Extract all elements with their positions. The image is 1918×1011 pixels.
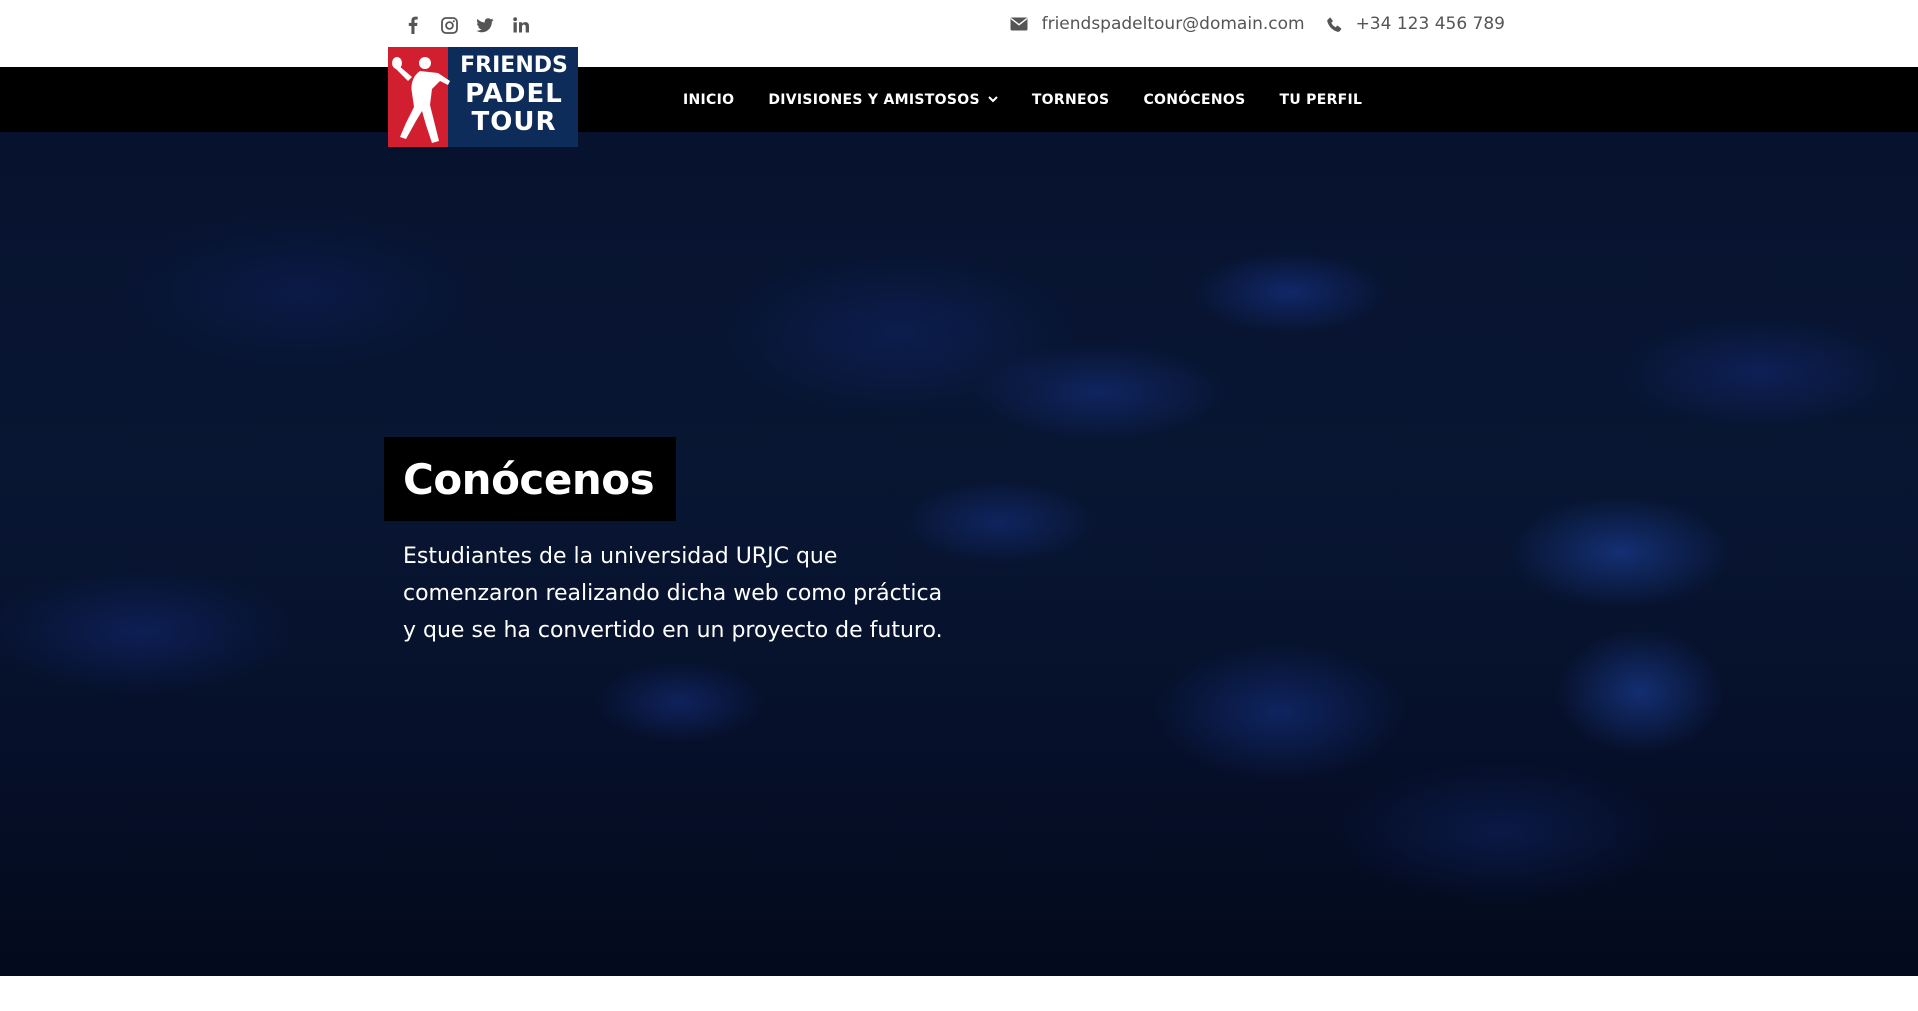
logo-wordmark: FRIENDS PADEL TOUR (454, 52, 574, 136)
main-menu: INICIO DIVISIONES Y AMISTOSOS TORNEOS CO… (683, 67, 1362, 132)
facebook-icon[interactable] (403, 14, 423, 36)
instagram-icon[interactable] (439, 14, 459, 36)
nav-item-inicio[interactable]: INICIO (683, 92, 734, 108)
phone-icon (1326, 16, 1342, 32)
contact-email[interactable]: friendspadeltour@domain.com (1010, 14, 1305, 34)
nav-item-label: CONÓCENOS (1143, 91, 1246, 108)
page-title: Conócenos (403, 454, 655, 504)
hero-section: Conócenos Estudiantes de la universidad … (0, 132, 1918, 976)
nav-item-label: DIVISIONES Y AMISTOSOS (768, 91, 980, 108)
main-navbar: INICIO DIVISIONES Y AMISTOSOS TORNEOS CO… (0, 67, 1918, 132)
hero-title-box: Conócenos (384, 437, 677, 521)
logo-line-1: FRIENDS (460, 53, 568, 78)
nav-item-label: INICIO (683, 91, 735, 108)
twitter-icon[interactable] (475, 14, 495, 36)
contact-info: friendspadeltour@domain.com +34 123 456 … (1010, 14, 1505, 34)
social-links (403, 14, 531, 36)
nav-item-divisiones[interactable]: DIVISIONES Y AMISTOSOS (768, 92, 998, 108)
phone-text[interactable]: +34 123 456 789 (1356, 14, 1505, 34)
nav-item-tu-perfil[interactable]: TU PERFIL (1279, 92, 1362, 108)
chevron-down-icon (988, 96, 998, 103)
top-bar: friendspadeltour@domain.com +34 123 456 … (0, 0, 1918, 67)
linkedin-icon[interactable] (511, 14, 531, 36)
nav-item-conocenos[interactable]: CONÓCENOS (1143, 92, 1245, 108)
contact-phone[interactable]: +34 123 456 789 (1326, 14, 1505, 34)
envelope-icon (1010, 17, 1028, 31)
site-logo[interactable]: FRIENDS PADEL TOUR (388, 47, 578, 147)
padel-player-icon (392, 57, 450, 143)
nav-item-label: TU PERFIL (1279, 91, 1363, 108)
hero-description: Estudiantes de la universidad URJC que c… (403, 544, 943, 643)
nav-item-torneos[interactable]: TORNEOS (1032, 92, 1110, 108)
email-text[interactable]: friendspadeltour@domain.com (1042, 14, 1305, 34)
logo-line-2: PADEL (465, 79, 563, 109)
logo-line-3: TOUR (471, 107, 557, 137)
nav-item-label: TORNEOS (1031, 91, 1110, 108)
